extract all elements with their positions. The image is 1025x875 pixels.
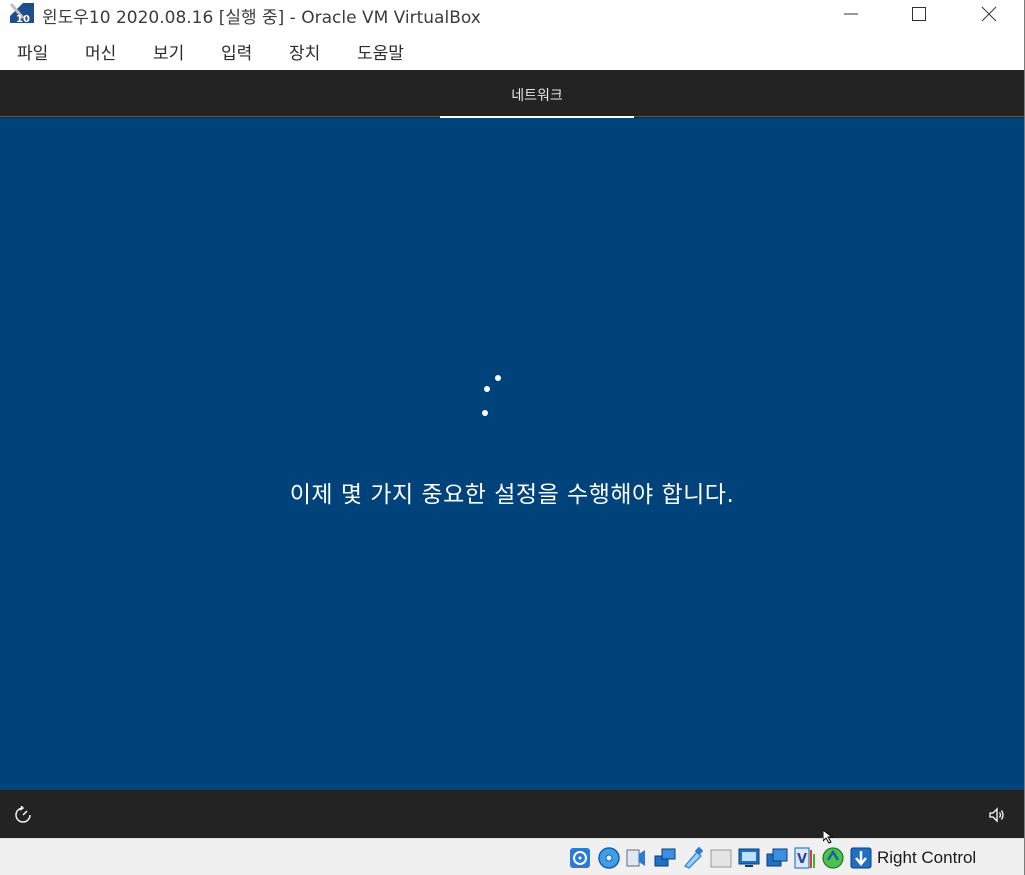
menu-help[interactable]: 도움말	[357, 39, 404, 64]
oobe-bottom-bar	[0, 790, 1024, 838]
spinner-dot	[482, 410, 488, 416]
maximize-button[interactable]	[896, 0, 942, 28]
spinner-dot	[484, 386, 490, 392]
mouse-integration-icon[interactable]	[821, 846, 845, 870]
window-title: 윈도우10 2020.08.16 [실행 중] - Oracle VM Virt…	[42, 8, 481, 28]
status-bar: V Right Control	[0, 838, 1024, 875]
tab-network: 네트워크	[440, 70, 634, 118]
virtualbox-window: 10 윈도우10 2020.08.16 [실행 중] - Oracle VM V…	[0, 0, 1025, 875]
network-icon[interactable]	[653, 846, 677, 870]
oobe-top-bar: 네트워크	[0, 70, 1024, 118]
shared-folders-icon[interactable]	[709, 846, 733, 870]
minimize-icon	[844, 13, 858, 15]
setup-message: 이제 몇 가지 중요한 설정을 수행해야 합니다.	[289, 482, 735, 508]
tab-network-label: 네트워크	[511, 88, 563, 104]
menu-machine[interactable]: 머신	[85, 39, 116, 64]
display-icon[interactable]	[737, 846, 761, 870]
keyboard-capture-icon[interactable]	[849, 846, 873, 870]
mouse-cursor-icon	[823, 830, 833, 844]
maximize-icon	[912, 7, 926, 21]
svg-text:10: 10	[16, 14, 30, 24]
virtualization-icon[interactable]: V	[793, 846, 817, 870]
svg-text:V: V	[797, 852, 807, 867]
host-key-label: Right Control	[877, 848, 977, 867]
title-bar[interactable]: 10 윈도우10 2020.08.16 [실행 중] - Oracle VM V…	[0, 0, 1024, 29]
minimize-button[interactable]	[828, 0, 874, 28]
video-capture-icon[interactable]	[765, 846, 789, 870]
menu-devices[interactable]: 장치	[289, 39, 320, 64]
menu-bar: 파일 머신 보기 입력 장치 도움말	[0, 30, 1024, 70]
close-icon	[981, 6, 997, 22]
spinner-dot	[495, 375, 501, 381]
close-button[interactable]	[966, 0, 1012, 28]
menu-file[interactable]: 파일	[17, 39, 48, 64]
usb-icon[interactable]	[681, 846, 705, 870]
audio-icon[interactable]	[625, 846, 649, 870]
vm-display[interactable]: 네트워크 이제 몇 가지 중요한 설정을 수행해야 합니다.	[0, 70, 1024, 838]
menu-view[interactable]: 보기	[153, 39, 184, 64]
virtualbox-vm-icon: 10	[9, 3, 34, 24]
hard-disk-icon[interactable]	[568, 846, 592, 870]
tab-underline	[440, 116, 634, 118]
volume-icon[interactable]	[988, 806, 1006, 824]
menu-input[interactable]: 입력	[221, 39, 252, 64]
optical-drive-icon[interactable]	[597, 846, 621, 870]
ease-of-access-icon[interactable]	[14, 806, 32, 824]
